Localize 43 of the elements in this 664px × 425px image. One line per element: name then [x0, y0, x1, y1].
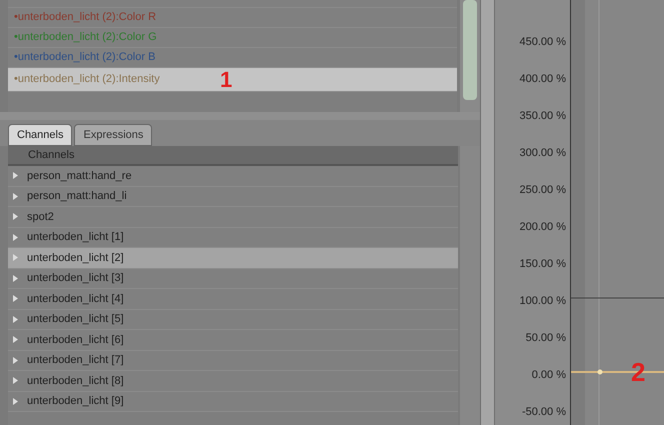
curve-name: •unterboden_licht (2):Intensity — [14, 72, 160, 88]
expand-arrow-icon[interactable] — [12, 213, 19, 220]
expand-arrow-icon[interactable] — [12, 295, 19, 302]
expand-arrow-icon[interactable] — [12, 356, 19, 364]
channel-row[interactable]: unterboden_licht [1] — [8, 228, 458, 248]
expand-arrow-icon[interactable] — [12, 336, 19, 344]
curve-name: •unterboden_licht (2):Color G — [14, 30, 157, 46]
tab[interactable]: Channels — [8, 124, 72, 146]
channel-row[interactable]: unterboden_licht [9] — [8, 392, 458, 412]
curve-name: •unterboden_licht (2):Color B — [14, 50, 156, 66]
expand-arrow-icon[interactable] — [12, 254, 19, 262]
annotation-number: 1 — [220, 68, 232, 92]
scrollbar-thumb[interactable] — [463, 0, 478, 100]
curve-row[interactable]: •unterboden_licht (2):Intensity 1 — [8, 68, 458, 92]
axis-label: 250.00 % — [520, 184, 566, 197]
scrollbar-track[interactable] — [460, 146, 480, 425]
expand-arrow-icon[interactable] — [12, 377, 19, 384]
expand-arrow-icon[interactable] — [12, 234, 19, 241]
expand-arrow-icon[interactable] — [12, 192, 19, 200]
axis-label: 400.00 % — [520, 73, 566, 86]
axis-label: 0.00 % — [532, 369, 566, 382]
axis-label: 200.00 % — [520, 221, 566, 234]
expand-arrow-icon[interactable] — [12, 274, 19, 282]
axis-label: 50.00 % — [526, 332, 566, 345]
axis-label: 300.00 % — [520, 147, 566, 160]
tab[interactable]: Expressions — [74, 124, 152, 146]
axis-label: -50.00 % — [522, 406, 566, 419]
expand-arrow-icon[interactable] — [12, 172, 19, 180]
scrollbar-track[interactable] — [460, 0, 480, 112]
curve-name: •unterboden_licht (2):Color R — [14, 10, 156, 26]
channel-row[interactable]: unterboden_licht [5] — [8, 310, 458, 330]
channel-row[interactable]: unterboden_licht [3] — [8, 268, 458, 289]
axis-label: 450.00 % — [520, 36, 566, 49]
channel-row[interactable]: unterboden_licht [2] — [8, 248, 458, 268]
expand-arrow-icon[interactable] — [12, 398, 19, 405]
expand-arrow-icon[interactable] — [12, 316, 19, 323]
splitter-bar[interactable] — [480, 0, 495, 425]
channel-row[interactable]: person_matt:hand_li — [8, 186, 458, 207]
axis-label: 100.00 % — [520, 295, 566, 308]
axis-label: 150.00 % — [520, 258, 566, 271]
column-header: Channels — [8, 146, 458, 166]
axis-label: 350.00 % — [520, 110, 566, 123]
channel-row[interactable]: unterboden_licht [7] — [8, 350, 458, 371]
